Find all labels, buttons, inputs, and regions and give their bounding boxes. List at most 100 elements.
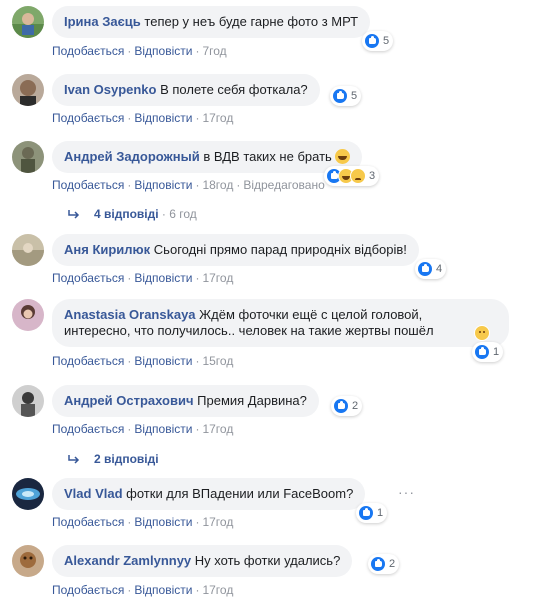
like-link[interactable]: Подобається (52, 354, 124, 368)
reaction-count: 5 (383, 35, 390, 47)
comment-text: фотки для ВПадении или FaceBoom? (126, 486, 354, 501)
comment-text: Сьогодні прямо парад природніх відборів! (153, 242, 407, 257)
like-link[interactable]: Подобається (52, 515, 124, 529)
comment-author[interactable]: Андрей Задорожный (64, 149, 200, 164)
comment-actions: Подобається · Відповісти · 17год (52, 583, 234, 597)
reply-link[interactable]: Відповісти (134, 583, 192, 597)
comment-bubble: Андрей Острахович Премия Дарвина? (52, 385, 319, 417)
reaction-count: 5 (351, 90, 358, 102)
avatar[interactable] (12, 299, 44, 331)
avatar[interactable] (12, 234, 44, 266)
avatar[interactable] (12, 74, 44, 106)
comment-bubble: Ivan Osypenko В полете себя фоткала? (52, 74, 320, 106)
reaction-count: 1 (493, 346, 500, 358)
sad-reaction-icon (350, 168, 366, 184)
comment-actions: Подобається · Відповісти · 15год (52, 354, 234, 368)
avatar[interactable] (12, 6, 44, 38)
edited-label[interactable]: Відредаговано (243, 178, 324, 192)
comment-text: тепер у неъ буде гарне фото з МРТ (144, 14, 359, 29)
comment-text: В полете себя фоткала? (160, 82, 308, 97)
comment-time[interactable]: 7год (202, 44, 226, 58)
comment-actions: Подобається · Відповісти · 17год (52, 422, 234, 436)
like-reaction-icon (474, 344, 490, 360)
reaction-count: 3 (369, 170, 376, 182)
reaction-summary[interactable]: 2 (368, 554, 400, 574)
comment-time[interactable]: 17год (202, 422, 233, 436)
comment-author[interactable]: Ivan Osypenko (64, 82, 156, 97)
reaction-summary[interactable]: 2 (331, 396, 363, 416)
like-reaction-icon (333, 398, 349, 414)
reaction-summary[interactable]: 1 (356, 503, 388, 523)
like-reaction-icon (370, 556, 386, 572)
comment-author[interactable]: Anastasia Oranskaya (64, 307, 196, 322)
comment-time[interactable]: 15год (202, 354, 233, 368)
comment-author[interactable]: Ірина Заєць (64, 14, 141, 29)
comment-author[interactable]: Alexandr Zamlynnyy (64, 553, 191, 568)
comment-bubble: Anastasia Oranskaya Ждём фоточки ещё с ц… (52, 299, 509, 347)
comment-actions: Подобається · Відповісти · 18год · Відредагова… (52, 178, 325, 192)
comment-actions: Подобається · Відповісти · 17год (52, 515, 234, 529)
replies-count-label[interactable]: 4 відповіді (94, 207, 159, 221)
comment-author[interactable]: Андрей Острахович (64, 393, 194, 408)
like-reaction-icon (332, 88, 348, 104)
avatar[interactable] (12, 141, 44, 173)
like-link[interactable]: Подобається (52, 178, 124, 192)
reply-arrow-icon (68, 455, 80, 464)
comment-text-line: интересно, что получилось.. человек на т… (64, 323, 434, 338)
comment-text: Ну хоть фотки удались? (194, 553, 341, 568)
comment-actions: Подобається · Відповісти · 17год (52, 111, 234, 125)
like-link[interactable]: Подобається (52, 422, 124, 436)
reply-arrow-icon (68, 210, 80, 219)
comment-bubble: Vlad Vlad фотки для ВПадении или FaceBoo… (52, 478, 366, 510)
reply-link[interactable]: Відповісти (134, 111, 192, 125)
reaction-count: 1 (377, 507, 384, 519)
reaction-summary[interactable]: 1 (472, 342, 504, 362)
reply-link[interactable]: Відповісти (134, 44, 192, 58)
comment-time[interactable]: 18год (202, 178, 233, 192)
avatar[interactable] (12, 478, 44, 510)
replies-count-label[interactable]: 2 відповіді (94, 452, 159, 466)
comment-bubble: Alexandr Zamlynnyy Ну хоть фотки удались… (52, 545, 353, 577)
comment-bubble: Ірина Заєць тепер у неъ буде гарне фото … (52, 6, 371, 38)
view-replies-link[interactable]: 2 відповіді (68, 451, 159, 467)
like-link[interactable]: Подобається (52, 271, 124, 285)
comment-actions: Подобається · Відповісти · 17год (52, 271, 234, 285)
like-link[interactable]: Подобається (52, 44, 124, 58)
reaction-summary[interactable]: 4 (415, 259, 447, 279)
comment-time[interactable]: 17год (202, 111, 233, 125)
like-reaction-icon (417, 261, 433, 277)
replies-time: 6 год (169, 207, 197, 221)
comment-text-line: Ждём фоточки ещё с целой головой, (199, 307, 423, 322)
view-replies-link[interactable]: 4 відповіді · 6 год (68, 206, 197, 222)
comment-author[interactable]: Аня Кирилюк (64, 242, 150, 257)
comment-author[interactable]: Vlad Vlad (64, 486, 123, 501)
reaction-count: 4 (436, 263, 443, 275)
like-link[interactable]: Подобається (52, 583, 124, 597)
reaction-summary[interactable]: 3 (324, 166, 380, 186)
reaction-count: 2 (389, 558, 396, 570)
reply-link[interactable]: Відповісти (134, 178, 192, 192)
thinking-emoji-icon (474, 325, 490, 341)
avatar[interactable] (12, 545, 44, 577)
like-link[interactable]: Подобається (52, 111, 124, 125)
avatar[interactable] (12, 385, 44, 417)
comment-time[interactable]: 17год (202, 515, 233, 529)
like-reaction-icon (364, 33, 380, 49)
reaction-summary[interactable]: 5 (362, 31, 394, 51)
comment-actions: Подобається · Відповісти · 7год (52, 44, 227, 58)
comment-time[interactable]: 17год (202, 271, 233, 285)
reply-link[interactable]: Відповісти (134, 354, 192, 368)
more-options-icon[interactable]: ··· (398, 484, 415, 500)
comment-time[interactable]: 17год (202, 583, 233, 597)
like-reaction-icon (358, 505, 374, 521)
laughing-emoji-icon (335, 149, 351, 164)
comment-bubble: Аня Кирилюк Сьогодні прямо парад природн… (52, 234, 419, 266)
reaction-count: 2 (352, 400, 359, 412)
reply-link[interactable]: Відповісти (134, 422, 192, 436)
comment-text: в ВДВ таких не брать (203, 149, 332, 164)
comment-bubble: Андрей Задорожный в ВДВ таких не брать (52, 141, 363, 173)
reaction-summary[interactable]: 5 (330, 86, 362, 106)
comment-text: Премия Дарвина? (197, 393, 307, 408)
reply-link[interactable]: Відповісти (134, 515, 192, 529)
reply-link[interactable]: Відповісти (134, 271, 192, 285)
